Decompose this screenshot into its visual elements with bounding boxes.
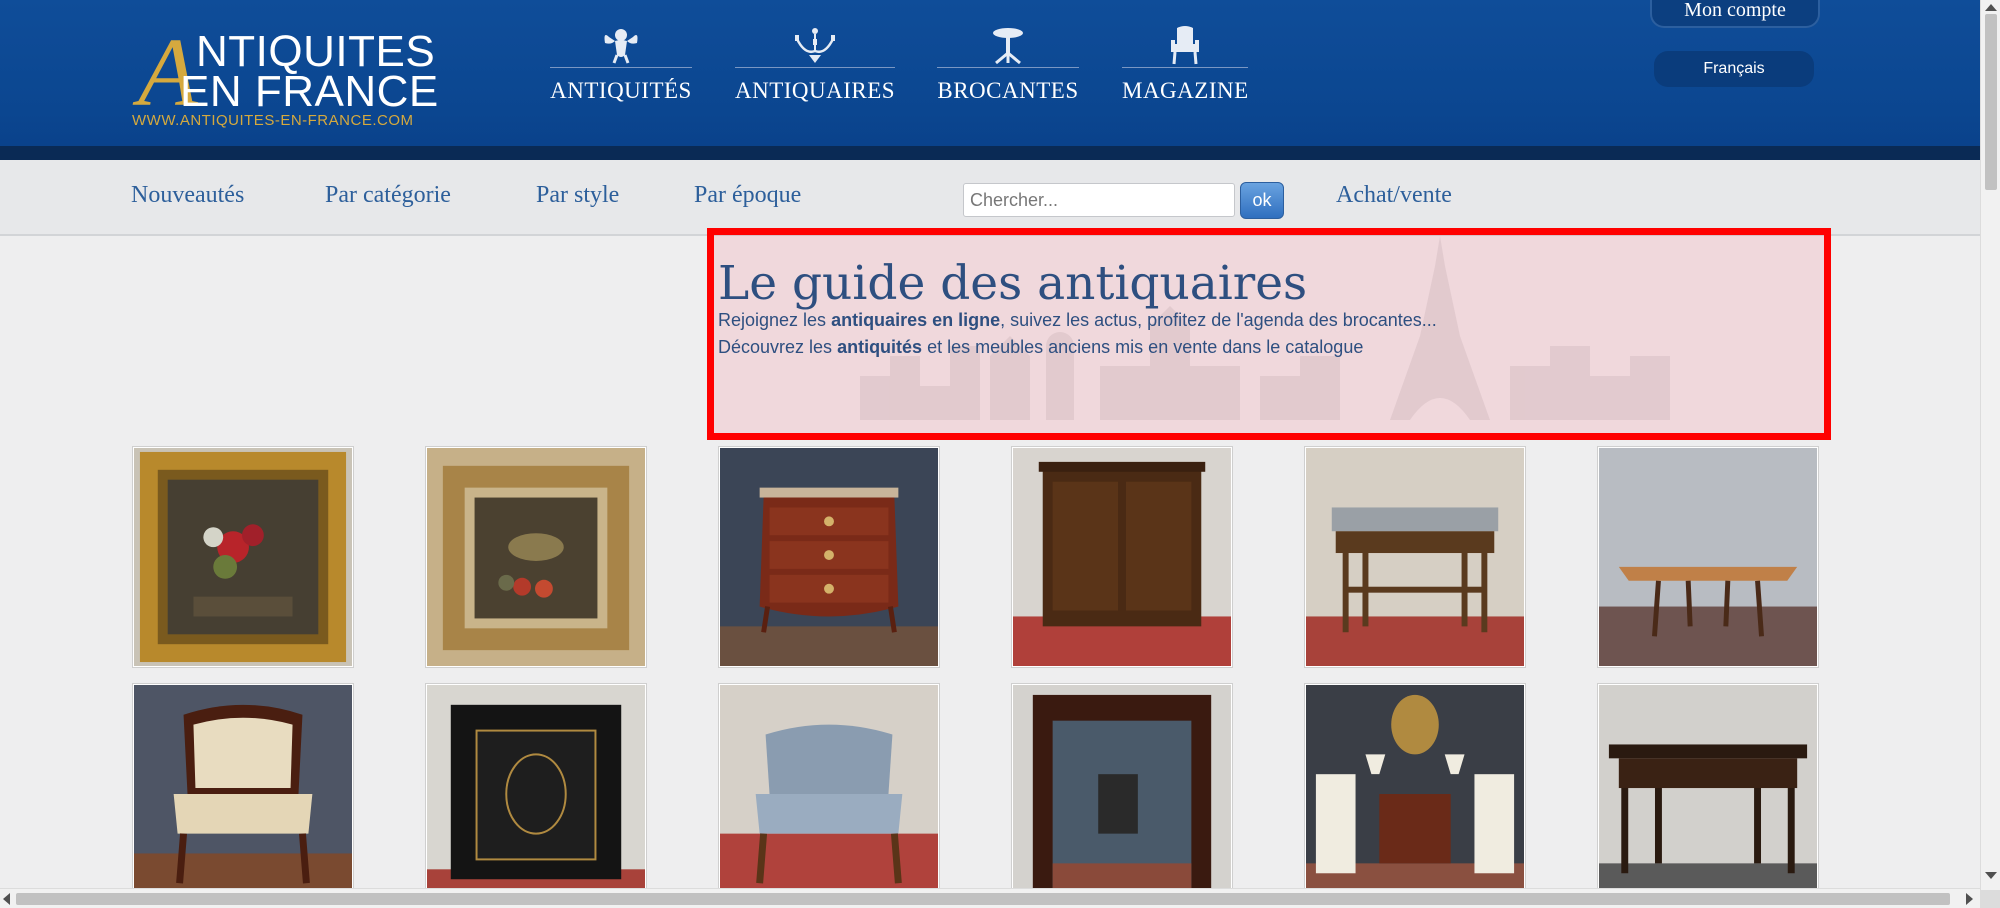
horizontal-scroll-thumb[interactable] <box>16 893 1950 905</box>
product-thumb-gilt-framed-still-life-painting[interactable] <box>425 446 647 668</box>
scroll-right-arrow-icon[interactable] <box>1966 893 1973 905</box>
nav-brocantes-label: BROCANTES <box>937 78 1079 103</box>
nav-brocantes[interactable]: BROCANTES <box>937 22 1079 112</box>
product-thumb-dark-wood-console-table[interactable] <box>1597 683 1819 905</box>
hero-line-2-text: Découvrez les <box>718 337 838 357</box>
vertical-scroll-thumb[interactable] <box>1985 14 1997 190</box>
vertical-scrollbar[interactable] <box>1980 0 2000 890</box>
product-thumb-bedside-table-with-chairs[interactable] <box>1304 683 1526 905</box>
hero-line-1-rest: , suivez les actus, profitez de l'agenda… <box>1000 310 1437 330</box>
hero-text-line-1: Rejoignez les antiquaires en ligne, suiv… <box>718 310 1437 331</box>
scroll-left-arrow-icon[interactable] <box>3 893 10 905</box>
nav-magazine[interactable]: MAGAZINE <box>1122 22 1248 112</box>
search-input[interactable] <box>963 183 1235 217</box>
product-thumb-mahogany-mirror[interactable] <box>1011 683 1233 905</box>
my-account-tab[interactable]: Mon compte <box>1650 0 1820 28</box>
cherub-icon <box>550 22 692 68</box>
scrollbar-corner <box>1980 890 2000 908</box>
product-thumb-louis-xv-commode[interactable] <box>718 446 940 668</box>
scroll-up-arrow-icon[interactable] <box>1985 4 1997 11</box>
chandelier-icon <box>735 22 895 68</box>
hero-title: Le guide des antiquaires <box>718 256 1308 311</box>
language-selector[interactable]: Français <box>1654 51 1814 87</box>
product-thumb-blue-striped-bergere[interactable] <box>718 683 940 905</box>
subnav-par-style[interactable]: Par style <box>536 182 619 209</box>
hero-line-1-text: Rejoignez les <box>718 310 832 330</box>
armchair-icon <box>1122 22 1248 68</box>
nav-magazine-label: MAGAZINE <box>1122 78 1249 103</box>
product-thumb-napoleon-iii-black-cabinet[interactable] <box>425 683 647 905</box>
product-thumb-wooden-cabinet[interactable] <box>1011 446 1233 668</box>
subnav-achat-vente[interactable]: Achat/vente <box>1336 182 1452 209</box>
nav-antiquaires-label: ANTIQUAIRES <box>735 78 896 103</box>
hero-text-line-2: Découvrez les antiquités et les meubles … <box>718 337 1363 358</box>
product-thumb-empire-armchair[interactable] <box>132 683 354 905</box>
hero-line-2-rest: et les meubles anciens mis en vente dans… <box>922 337 1364 357</box>
site-logo[interactable]: A NTIQUITES EN FRANCE WWW.ANTIQUITES-EN-… <box>130 24 440 134</box>
subnav-nouveautes[interactable]: Nouveautés <box>131 182 244 209</box>
horizontal-scrollbar[interactable] <box>0 888 1980 908</box>
product-thumb-marble-top-washstand[interactable] <box>1304 446 1526 668</box>
logo-url: WWW.ANTIQUITES-EN-FRANCE.COM <box>132 112 414 129</box>
search-ok-button[interactable]: ok <box>1240 182 1284 219</box>
subnav-par-epoque[interactable]: Par époque <box>694 182 801 209</box>
nav-antiquites-label: ANTIQUITÉS <box>550 78 692 103</box>
product-thumb-drop-leaf-table[interactable] <box>1597 446 1819 668</box>
gueridon-table-icon <box>937 22 1079 68</box>
hero-line-2-link[interactable]: antiquités <box>837 337 922 357</box>
hero-line-1-link[interactable]: antiquaires en ligne <box>831 310 1000 330</box>
scroll-down-arrow-icon[interactable] <box>1985 872 1997 879</box>
header-stripe <box>0 146 1980 160</box>
nav-antiquaires[interactable]: ANTIQUAIRES <box>735 22 895 112</box>
product-thumb-gilt-framed-floral-painting[interactable] <box>132 446 354 668</box>
logo-line-2: EN FRANCE <box>180 67 439 116</box>
nav-antiquites[interactable]: ANTIQUITÉS <box>550 22 692 112</box>
subnav-par-categorie[interactable]: Par catégorie <box>325 182 451 209</box>
